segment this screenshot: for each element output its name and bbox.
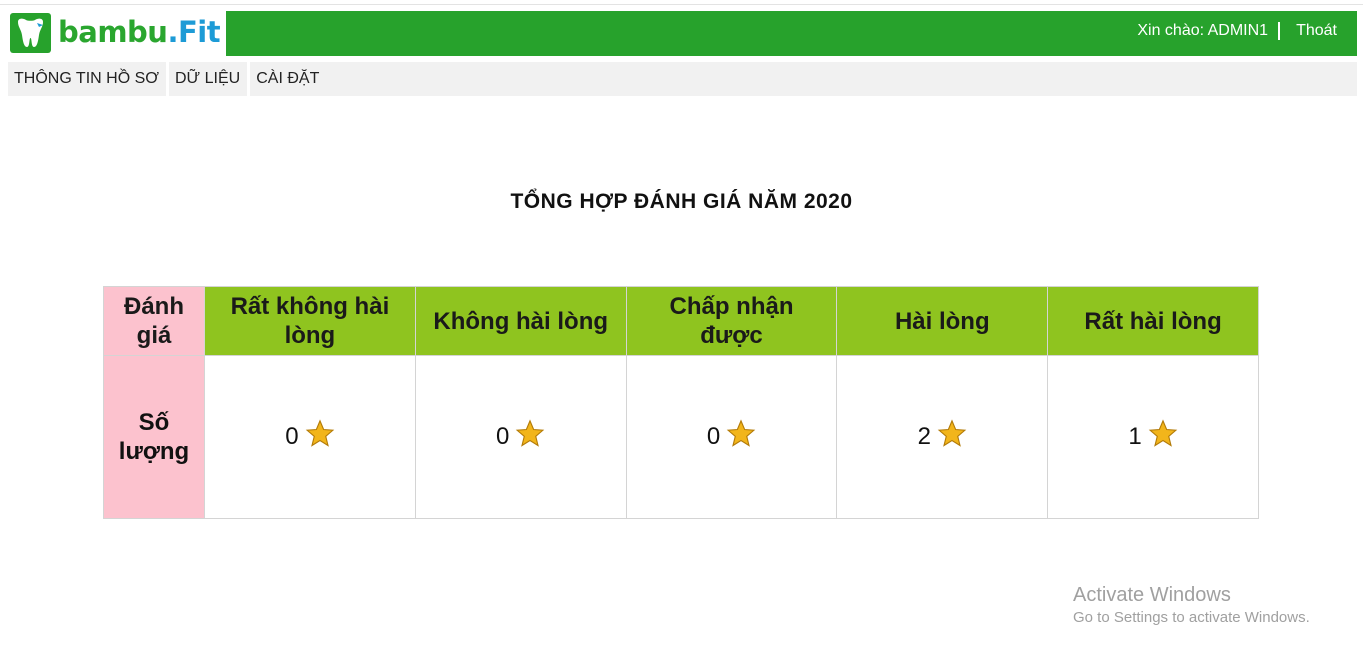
count-cell: 0 — [204, 355, 416, 519]
user-area: Xin chào: ADMIN1 Thoát — [1137, 21, 1337, 41]
count-cell: 2 — [836, 355, 1049, 519]
menu-item-profile[interactable]: THÔNG TIN HỒ SƠ — [8, 62, 166, 96]
column-header: Chấp nhận được — [625, 286, 838, 356]
count-cell: 1 — [1047, 355, 1259, 519]
logo-text-bambu: bambu — [58, 15, 168, 49]
logo-text: bambu.Fit — [58, 14, 221, 50]
main-menu: THÔNG TIN HỒ SƠ DỮ LIỆU CÀI ĐẶT — [8, 62, 1357, 96]
top-divider — [0, 4, 1363, 5]
row-label-cell: Số lượng — [103, 355, 205, 519]
menu-item-settings[interactable]: CÀI ĐẶT — [247, 62, 326, 96]
count-value: 0 — [706, 423, 721, 450]
count-value: 2 — [917, 423, 931, 450]
count-value: 0 — [496, 423, 510, 450]
star-icon — [516, 419, 545, 447]
logo[interactable]: bambu.Fit — [8, 11, 226, 56]
windows-activation-watermark: Activate Windows Go to Settings to activ… — [1073, 583, 1310, 629]
column-header: Hài lòng — [836, 286, 1049, 356]
star-icon — [937, 419, 967, 447]
count-value: 1 — [1128, 423, 1142, 450]
count-cell: 0 — [625, 355, 838, 519]
greeting-text: Xin chào: ADMIN1 — [1137, 22, 1269, 39]
watermark-subtitle: Go to Settings to activate Windows. — [1073, 609, 1310, 626]
logout-link[interactable]: Thoát — [1296, 21, 1337, 41]
watermark-title: Activate Windows — [1073, 584, 1231, 606]
column-header: Không hài lòng — [414, 286, 627, 356]
table-header-row: Đánh giá Rất không hài lòng Không hài lò… — [103, 286, 1259, 356]
star-icon — [1148, 419, 1178, 447]
count-value: 0 — [285, 423, 299, 450]
rating-summary-table: Đánh giá Rất không hài lòng Không hài lò… — [103, 286, 1259, 519]
top-header: bambu.Fit Xin chào: ADMIN1 Thoát — [8, 11, 1357, 56]
header-separator — [1278, 22, 1281, 40]
count-cell: 0 — [414, 355, 627, 519]
table-row: Số lượng 0 0 0 2 1 — [103, 355, 1259, 519]
star-icon — [305, 419, 334, 447]
logo-text-fit: .Fit — [167, 15, 221, 49]
page-title: TỔNG HỢP ĐÁNH GIÁ NĂM 2020 — [510, 190, 853, 213]
column-header: Rất hài lòng — [1047, 286, 1259, 356]
header-label-cell: Đánh giá — [103, 286, 205, 356]
menu-item-data[interactable]: DỮ LIỆU — [165, 62, 247, 96]
star-icon — [726, 419, 756, 447]
tooth-logo-icon — [10, 13, 51, 53]
column-header: Rất không hài lòng — [204, 286, 416, 356]
